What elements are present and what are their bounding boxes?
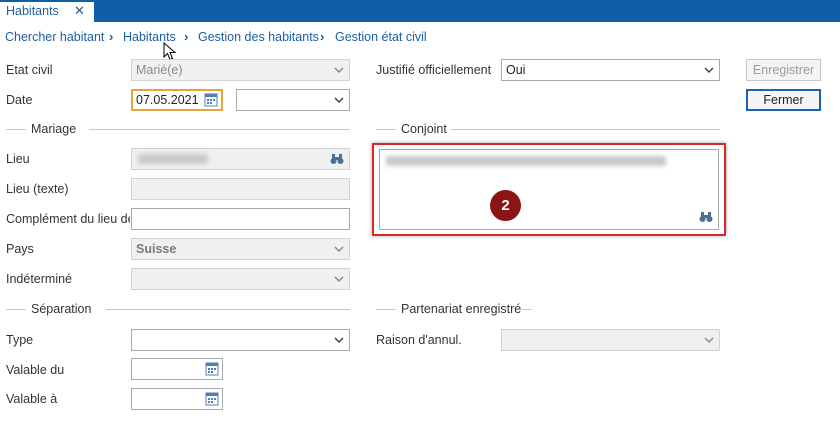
- divider: [376, 309, 396, 310]
- chevron-down-icon: [334, 276, 344, 283]
- date-type-select[interactable]: [236, 89, 350, 111]
- divider: [6, 309, 26, 310]
- conjoint-blurred-value: [386, 156, 666, 166]
- step-badge: 2: [490, 190, 521, 221]
- tab-bar: Habitants ✕: [0, 0, 840, 22]
- lieu-blurred-value: [138, 154, 208, 164]
- chevron-down-icon: [334, 67, 344, 74]
- calendar-icon[interactable]: [205, 391, 219, 406]
- valable-a-field[interactable]: [131, 388, 223, 410]
- chevron-down-icon: [704, 67, 714, 74]
- label-complement: Complément du lieu de: [6, 212, 130, 226]
- section-conjoint: Conjoint: [376, 122, 720, 136]
- chevron-down-icon: [334, 97, 344, 104]
- section-conjoint-title: Conjoint: [401, 122, 447, 136]
- binoculars-icon[interactable]: [699, 211, 713, 223]
- pays-select[interactable]: Suisse: [131, 238, 350, 260]
- justifie-select[interactable]: Oui: [501, 59, 720, 81]
- section-partenariat: Partenariat enregistré: [376, 302, 720, 316]
- conjoint-field[interactable]: [379, 149, 719, 230]
- calendar-icon[interactable]: [204, 92, 218, 107]
- label-raison: Raison d'annul.: [376, 333, 462, 347]
- valable-du-field[interactable]: [131, 358, 223, 380]
- fermer-button[interactable]: Fermer: [746, 89, 821, 111]
- etat-civil-select[interactable]: Marié(e): [131, 59, 350, 81]
- section-mariage-title: Mariage: [31, 122, 77, 136]
- indetermine-select[interactable]: [131, 268, 350, 290]
- tab-label: Habitants: [6, 4, 59, 18]
- label-justifie: Justifié officiellement: [376, 63, 492, 77]
- label-etat-civil: Etat civil: [6, 63, 53, 77]
- section-separation-title: Séparation: [31, 302, 92, 316]
- breadcrumb-separator-icon: ›: [320, 29, 325, 44]
- label-indetermine: Indéterminé: [6, 272, 73, 286]
- complement-field[interactable]: [131, 208, 350, 230]
- calendar-icon[interactable]: [205, 361, 219, 376]
- label-type: Type: [6, 333, 34, 347]
- conjoint-highlight-box: [372, 143, 726, 236]
- label-lieu-texte: Lieu (texte): [6, 182, 69, 196]
- pays-value: Suisse: [136, 242, 177, 256]
- chevron-down-icon: [704, 337, 714, 344]
- divider: [376, 129, 396, 130]
- lieu-texte-field[interactable]: [131, 178, 350, 200]
- label-lieu: Lieu: [6, 152, 30, 166]
- label-date: Date: [6, 93, 33, 107]
- date-field[interactable]: 07.05.2021: [131, 89, 223, 111]
- section-separation: Séparation: [6, 302, 350, 316]
- justifie-value: Oui: [506, 63, 526, 77]
- type-select[interactable]: [131, 329, 350, 351]
- chevron-down-icon: [334, 246, 344, 253]
- label-valable-du: Valable du: [6, 363, 65, 377]
- divider: [451, 129, 720, 130]
- close-icon[interactable]: ✕: [74, 3, 85, 19]
- chevron-down-icon: [334, 337, 344, 344]
- section-mariage: Mariage: [6, 122, 350, 136]
- breadcrumb-item-gestion-habitants[interactable]: Gestion des habitants: [198, 30, 319, 44]
- date-value: 07.05.2021: [136, 93, 199, 107]
- divider: [89, 129, 350, 130]
- divider: [6, 129, 26, 130]
- breadcrumb-item-chercher-habitant[interactable]: Chercher habitant: [5, 30, 104, 44]
- label-valable-a: Valable à: [6, 392, 58, 406]
- breadcrumb-separator-icon: ›: [109, 29, 114, 44]
- divider: [522, 309, 532, 310]
- breadcrumb-item-gestion-etat-civil[interactable]: Gestion état civil: [335, 30, 427, 44]
- section-partenariat-title: Partenariat enregistré: [401, 302, 522, 316]
- breadcrumb-separator-icon: ›: [184, 29, 189, 44]
- binoculars-icon[interactable]: [330, 153, 344, 165]
- tab-habitants[interactable]: Habitants ✕: [0, 0, 94, 22]
- lieu-field[interactable]: [131, 148, 350, 170]
- etat-civil-value: Marié(e): [136, 63, 183, 77]
- enregistrer-button[interactable]: Enregistrer: [746, 59, 821, 81]
- divider: [106, 309, 350, 310]
- label-pays: Pays: [6, 242, 34, 256]
- raison-select[interactable]: [501, 329, 720, 351]
